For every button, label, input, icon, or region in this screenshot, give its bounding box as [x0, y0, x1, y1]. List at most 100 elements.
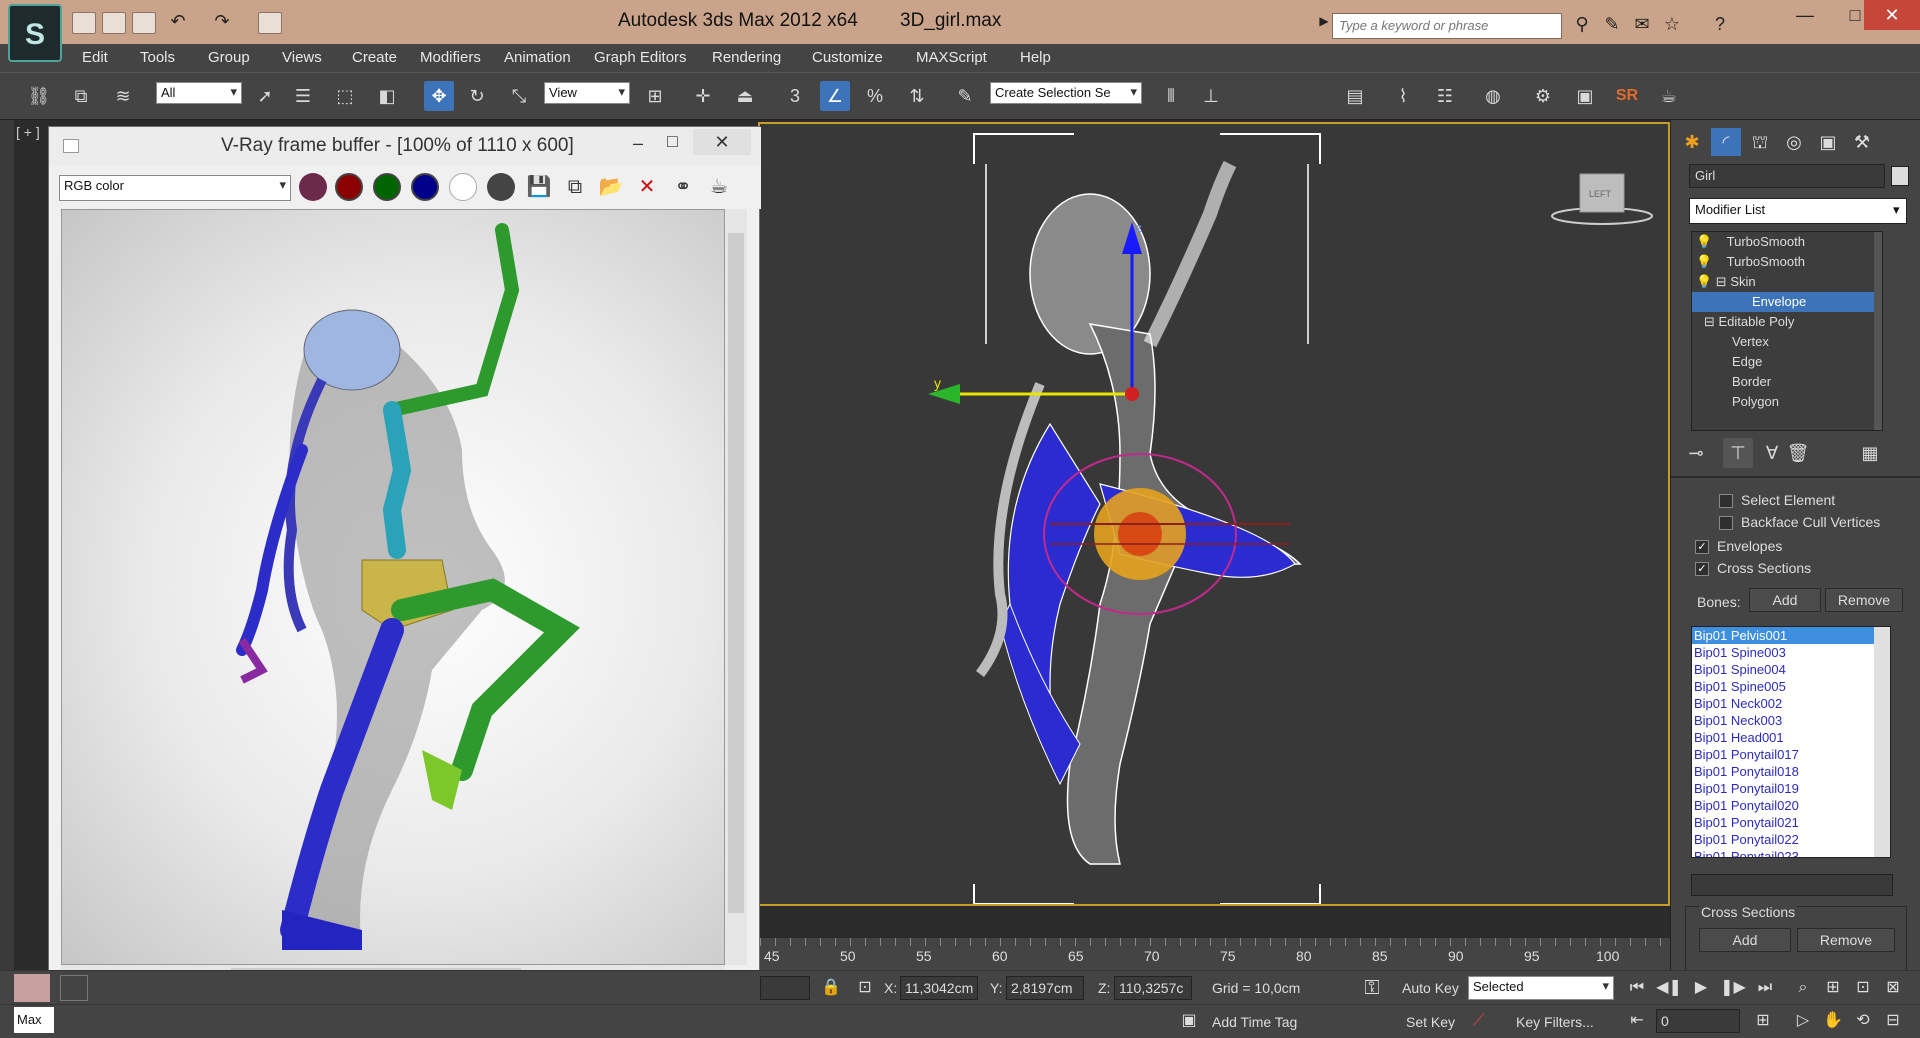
vray-vertical-scrollbar[interactable]	[725, 209, 747, 965]
stack-item[interactable]: 💡 ⊟ Skin	[1692, 272, 1874, 292]
favorites-star-icon[interactable]: ☆	[1660, 14, 1684, 36]
undo-icon[interactable]: ↶	[166, 11, 190, 33]
cross-section-field[interactable]	[1691, 874, 1893, 896]
bone-list-item[interactable]: Bip01 Head001	[1692, 729, 1874, 746]
stack-item[interactable]: 💡 TurboSmooth	[1692, 252, 1874, 272]
show-end-result-icon[interactable]: ⊤	[1723, 438, 1753, 468]
vray-green-channel-button[interactable]	[373, 173, 401, 201]
align-icon[interactable]: ⊥	[1196, 81, 1226, 111]
add-cross-section-button[interactable]: Add	[1699, 928, 1791, 952]
current-frame-field[interactable]: 0	[1656, 1009, 1740, 1033]
z-coord-field[interactable]: 110,3257c	[1114, 976, 1192, 1000]
bone-list-item[interactable]: Bip01 Neck003	[1692, 712, 1874, 729]
redo-icon[interactable]: ↷	[210, 11, 234, 33]
next-frame-icon[interactable]: ❚▶	[1720, 976, 1746, 1000]
viewport-label[interactable]: [ + ]	[16, 124, 40, 140]
field-of-view-icon[interactable]: ▷	[1790, 1009, 1816, 1033]
object-color-swatch[interactable]	[1891, 166, 1909, 186]
modifier-list-dropdown[interactable]: Modifier List	[1689, 198, 1907, 224]
remove-bone-button[interactable]: Remove	[1825, 588, 1903, 612]
configure-modifier-sets-icon[interactable]: ▦	[1855, 438, 1885, 468]
minimize-button[interactable]: —	[1780, 0, 1830, 30]
mirror-icon[interactable]: ⫴	[1156, 81, 1186, 111]
selection-lock-icon[interactable]: 🔒	[818, 976, 844, 1000]
menu-rendering[interactable]: Rendering	[712, 49, 781, 66]
manipulate-icon[interactable]: ✛	[688, 81, 718, 111]
key-mode-toggle-icon[interactable]: ⇤	[1624, 1009, 1650, 1033]
menu-create[interactable]: Create	[352, 49, 397, 66]
material-editor-icon[interactable]: ◍	[1478, 81, 1508, 111]
vray-monochrome-button[interactable]	[487, 173, 515, 201]
select-by-name-icon[interactable]: ☰	[288, 81, 318, 111]
play-icon[interactable]: ▶	[1688, 976, 1714, 1000]
stack-item[interactable]: Border	[1692, 372, 1874, 392]
vray-render-canvas[interactable]	[61, 209, 725, 965]
layer-manager-icon[interactable]: ▤	[1340, 81, 1370, 111]
bones-list[interactable]: Bip01 Pelvis001 Bip01 Spine003 Bip01 Spi…	[1691, 626, 1891, 858]
vray-vertical-scroll-thumb[interactable]	[728, 233, 744, 913]
project-folder-icon[interactable]	[258, 12, 282, 34]
menu-edit[interactable]: Edit	[82, 49, 108, 66]
subscription-icon[interactable]: ✎	[1600, 14, 1624, 36]
edit-named-selection-icon[interactable]: ✎	[950, 81, 980, 111]
spinner-snap-icon[interactable]: ⇅	[902, 81, 932, 111]
remove-modifier-icon[interactable]: 🗑	[1783, 438, 1813, 468]
bone-list-item[interactable]: Bip01 Spine003	[1692, 644, 1874, 661]
communication-icon[interactable]: ✉	[1630, 14, 1654, 36]
hierarchy-tab-icon[interactable]: ⛫	[1745, 128, 1775, 156]
object-name-field[interactable]: Girl	[1689, 164, 1885, 188]
vray-alpha-channel-button[interactable]	[449, 173, 477, 201]
light-bulb-icon[interactable]: 💡	[1696, 234, 1712, 249]
reference-coordinate-dropdown[interactable]: View	[544, 82, 630, 104]
help-icon[interactable]: ?	[1708, 14, 1732, 36]
stack-item[interactable]: Vertex	[1692, 332, 1874, 352]
vray-blue-channel-button[interactable]	[411, 173, 439, 201]
set-key-button[interactable]: Set Key	[1406, 1014, 1455, 1030]
absolute-mode-icon[interactable]: ⊡	[852, 976, 878, 1000]
percent-snap-icon[interactable]: %	[860, 81, 890, 111]
select-object-icon[interactable]: ➚	[250, 81, 280, 111]
light-bulb-icon[interactable]: 💡	[1696, 274, 1712, 289]
window-crossing-icon[interactable]: ◧	[372, 81, 402, 111]
menu-maxscript[interactable]: MAXScript	[916, 49, 987, 66]
bind-space-warp-icon[interactable]: ≋	[108, 81, 138, 111]
zoom-all-icon[interactable]: ⊞	[1820, 976, 1846, 1000]
named-selection-set-dropdown[interactable]: Create Selection Se	[990, 82, 1142, 104]
motion-tab-icon[interactable]: ◎	[1779, 128, 1809, 156]
y-coord-field[interactable]: 2,8197cm	[1006, 976, 1084, 1000]
stack-item[interactable]: Polygon	[1692, 392, 1874, 412]
new-file-icon[interactable]	[72, 12, 96, 34]
link-icon[interactable]: ⛓	[24, 81, 54, 111]
menu-customize[interactable]: Customize	[812, 49, 883, 66]
previous-frame-icon[interactable]: ◀❚	[1656, 976, 1682, 1000]
render-setup-icon[interactable]: ⚙	[1528, 81, 1558, 111]
vray-load-icon[interactable]: 📂	[597, 173, 625, 201]
rectangular-selection-icon[interactable]: ⬚	[330, 81, 360, 111]
zoom-extents-icon[interactable]: ⊡	[1850, 976, 1876, 1000]
bone-list-item[interactable]: Bip01 Neck002	[1692, 695, 1874, 712]
menu-modifiers[interactable]: Modifiers	[420, 49, 481, 66]
binoculars-icon[interactable]: ⚲	[1570, 14, 1594, 36]
bone-list-item[interactable]: Bip01 Ponytail017	[1692, 746, 1874, 763]
pivot-center-icon[interactable]: ⊞	[640, 81, 670, 111]
modify-tab-icon[interactable]: ◜	[1711, 128, 1741, 156]
pan-view-icon[interactable]: ✋	[1820, 1009, 1846, 1033]
stack-scrollbar[interactable]	[1874, 232, 1882, 430]
vray-save-all-icon[interactable]: ⧉	[561, 173, 589, 201]
viewport-scene[interactable]: y z LEFT	[760, 124, 1668, 905]
vray-color-icon[interactable]	[299, 173, 327, 201]
envelopes-checkbox[interactable]: ✓	[1695, 540, 1709, 554]
menu-graph-editors[interactable]: Graph Editors	[594, 49, 687, 66]
vray-link-icon[interactable]: ⚭	[669, 173, 697, 201]
stack-item-selected[interactable]: Envelope	[1692, 292, 1874, 312]
bones-list-scrollbar[interactable]	[1874, 627, 1890, 857]
bone-list-item[interactable]: Bip01 Ponytail023	[1692, 848, 1874, 857]
time-configuration-icon[interactable]: ⊞	[1750, 1009, 1776, 1033]
stack-item[interactable]: 💡 TurboSmooth	[1692, 232, 1874, 252]
orbit-icon[interactable]: ⟲	[1850, 1009, 1876, 1033]
menu-help[interactable]: Help	[1020, 49, 1051, 66]
remove-cross-section-button[interactable]: Remove	[1797, 928, 1895, 952]
sr-render-button[interactable]: SR	[1612, 81, 1642, 111]
keyboard-shortcut-override-icon[interactable]: ⏏	[730, 81, 760, 111]
cross-sections-checkbox[interactable]: ✓	[1695, 562, 1709, 576]
